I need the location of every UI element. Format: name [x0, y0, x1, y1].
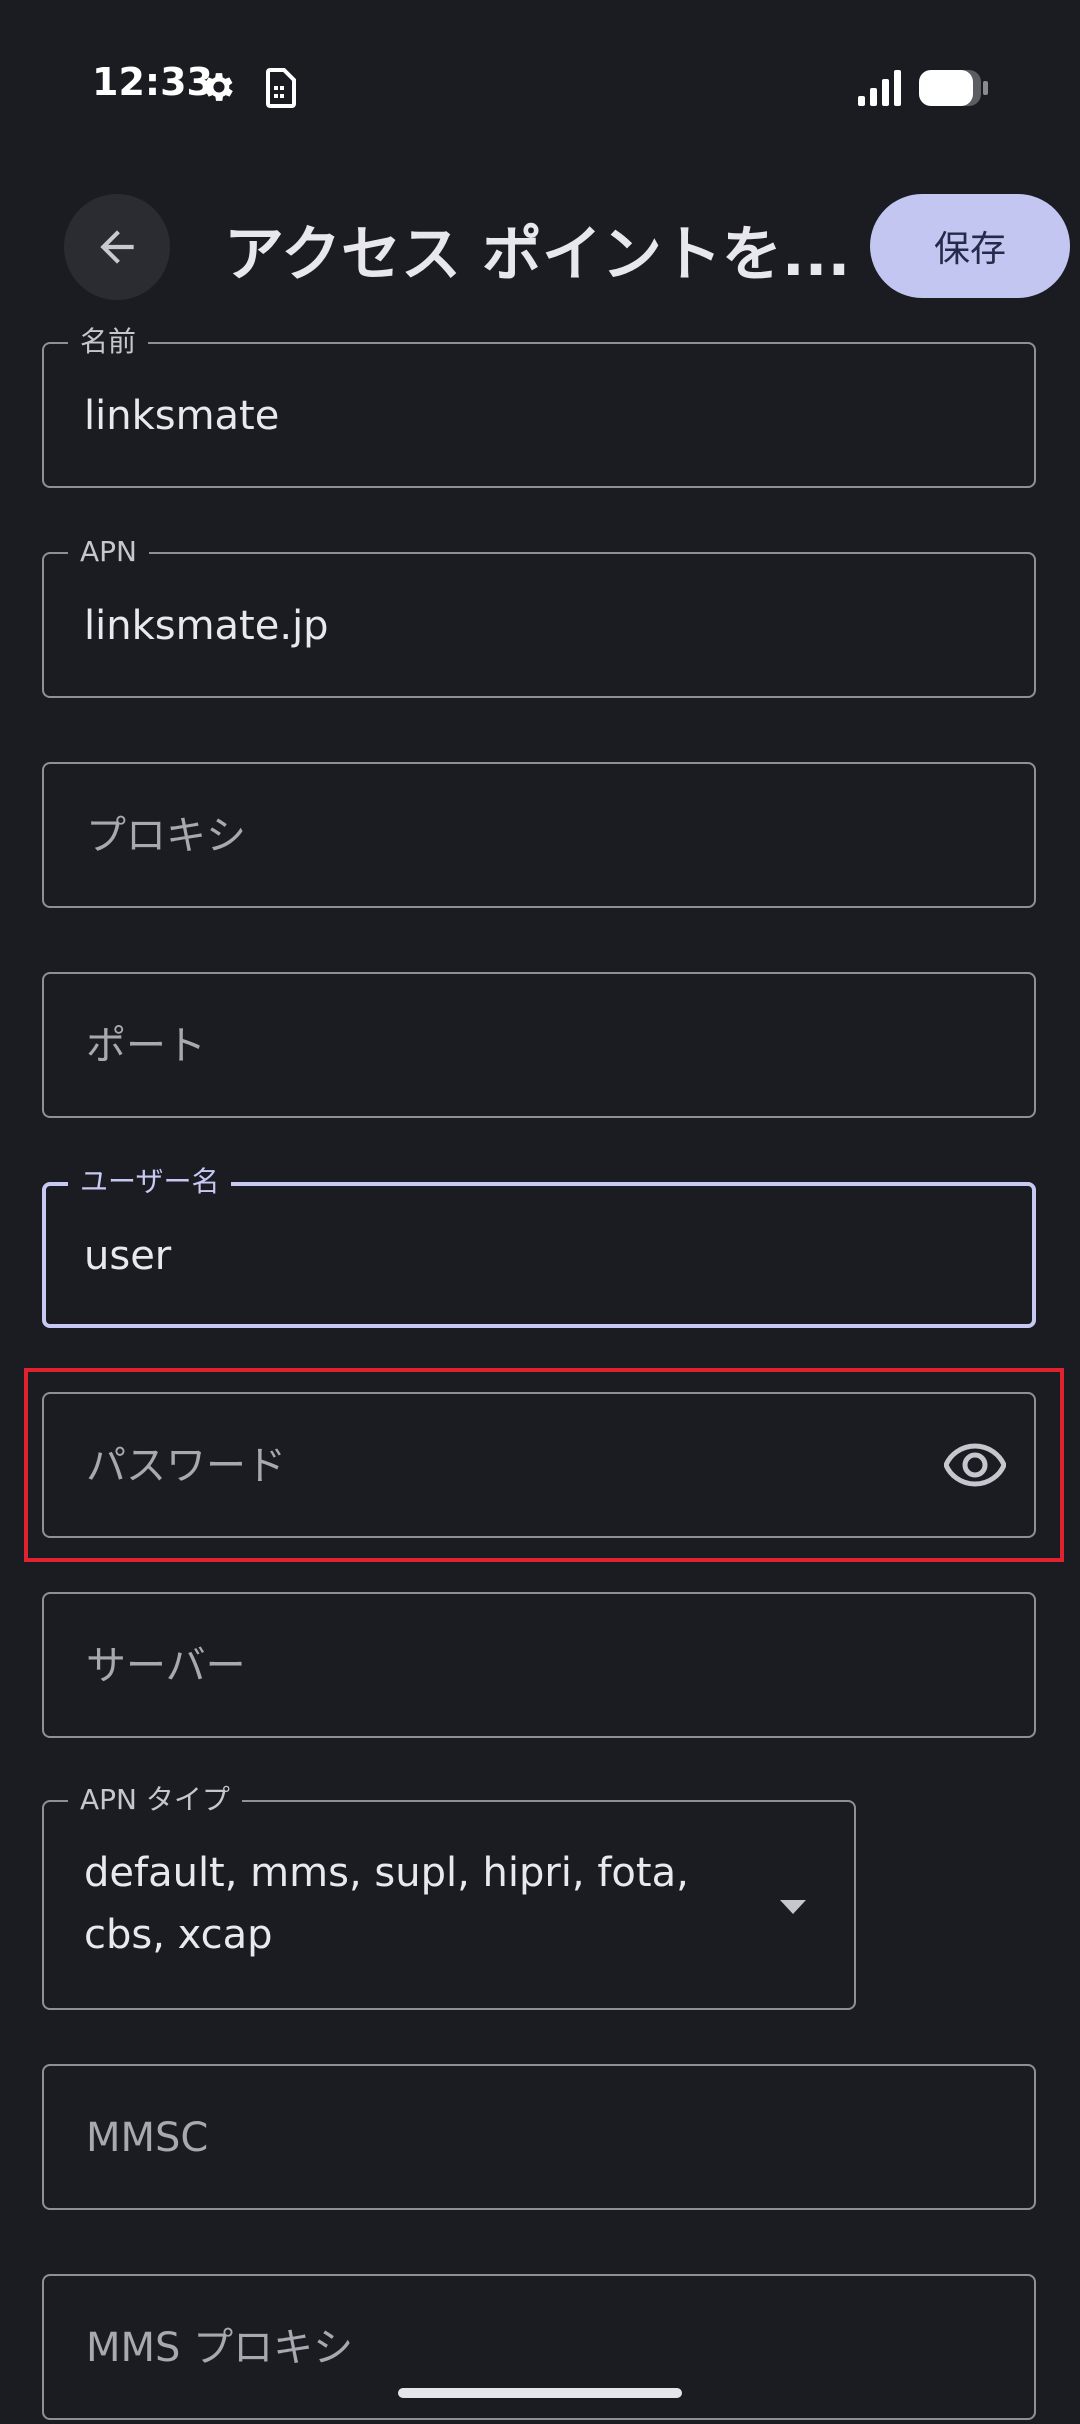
dropdown-arrow-icon — [780, 1900, 806, 1914]
save-button[interactable]: 保存 — [870, 194, 1070, 298]
apn-field-value: linksmate.jp — [84, 603, 329, 649]
battery-icon — [919, 70, 988, 106]
back-button[interactable] — [64, 194, 170, 300]
username-field[interactable]: ユーザー名 user — [42, 1162, 1036, 1328]
status-time: 12:33 — [92, 60, 213, 104]
name-field[interactable]: 名前 linksmate — [42, 322, 1036, 488]
apn-type-value: default, mms, supl, hipri, fota, cbs, xc… — [84, 1850, 689, 1958]
arrow-back-icon — [100, 230, 134, 264]
name-field-value: linksmate — [84, 393, 280, 439]
port-field[interactable]: ポート — [42, 972, 1036, 1118]
mms-proxy-field[interactable]: MMS プロキシ — [42, 2274, 1036, 2420]
sim-card-icon — [266, 68, 296, 108]
mmsc-field-placeholder: MMSC — [86, 2115, 209, 2161]
mms-proxy-field-placeholder: MMS プロキシ — [86, 2325, 354, 2371]
server-field-placeholder: サーバー — [86, 1643, 246, 1689]
server-field[interactable]: サーバー — [42, 1592, 1036, 1738]
apn-field-label: APN — [68, 532, 149, 572]
apn-type-select[interactable]: APN タイプ default, mms, supl, hipri, fota,… — [42, 1780, 856, 2010]
password-field-placeholder: パスワード — [86, 1443, 286, 1489]
home-indicator[interactable] — [398, 2388, 682, 2398]
signal-icon — [858, 70, 901, 106]
page-title: アクセス ポイントを... — [224, 220, 851, 290]
port-field-placeholder: ポート — [86, 1023, 206, 1069]
gear-icon — [205, 73, 233, 101]
proxy-field-placeholder: プロキシ — [86, 813, 246, 859]
password-field[interactable]: パスワード — [42, 1392, 1036, 1538]
name-field-label: 名前 — [68, 322, 149, 362]
username-field-value: user — [84, 1233, 172, 1279]
apn-type-label: APN タイプ — [68, 1780, 242, 1820]
proxy-field[interactable]: プロキシ — [42, 762, 1036, 908]
username-field-label: ユーザー名 — [68, 1162, 232, 1202]
apn-field[interactable]: APN linksmate.jp — [42, 532, 1036, 698]
mmsc-field[interactable]: MMSC — [42, 2064, 1036, 2210]
status-bar: 12:33 — [0, 0, 1080, 180]
eye-icon[interactable] — [944, 1440, 1006, 1490]
